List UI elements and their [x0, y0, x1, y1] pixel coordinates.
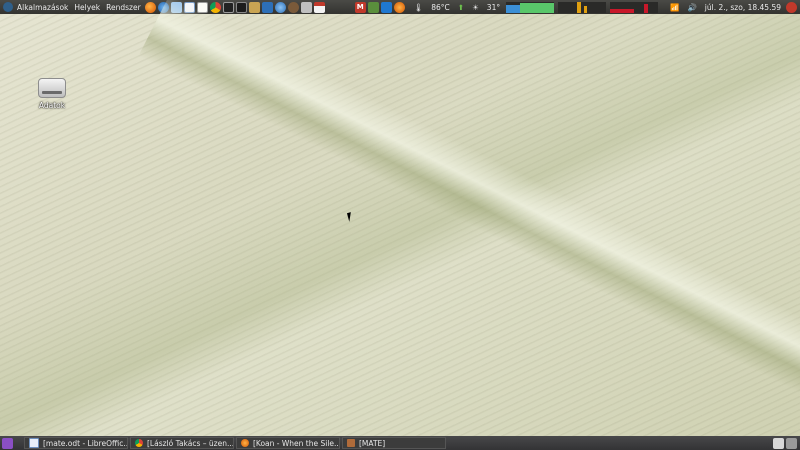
- show-desktop-icon[interactable]: [2, 437, 13, 449]
- dropbox-icon[interactable]: [380, 1, 392, 13]
- power-icon[interactable]: [786, 1, 797, 13]
- menu-system[interactable]: Rendszer: [103, 3, 144, 12]
- taskbar-item-label: [MATE]: [359, 438, 386, 448]
- globe-icon[interactable]: [274, 1, 286, 13]
- virtualbox-icon[interactable]: [261, 1, 273, 13]
- writer-icon: [29, 438, 39, 448]
- menu-applications[interactable]: Alkalmazások: [14, 3, 71, 12]
- gmail-notifier-icon[interactable]: M: [354, 1, 366, 13]
- network-graph: [558, 1, 607, 13]
- volume-icon[interactable]: 🔊: [687, 3, 696, 12]
- wifi-icon[interactable]: 📶: [670, 3, 679, 12]
- taskbar-item-label: [László Takács – üzen...: [147, 438, 234, 448]
- taskbar-item-label: [Koan - When the Sile...: [253, 438, 340, 448]
- folder-icon: [347, 439, 355, 447]
- firefox-tray-icon[interactable]: [393, 1, 405, 13]
- chrome-icon[interactable]: [209, 1, 221, 13]
- desktop: [0, 0, 800, 450]
- desktop-icon-drive[interactable]: Adatok: [34, 78, 70, 110]
- cpu-temperature: 86°C: [431, 2, 450, 12]
- firefox-icon: [241, 439, 249, 447]
- taskbar-item-label: [mate.odt - LibreOffic...: [43, 438, 128, 448]
- chrome-icon: [135, 439, 143, 447]
- top-panel: Alkalmazások Helyek Rendszer M 🌡 86°C ⬆ …: [0, 0, 800, 14]
- thermometer-icon: 🌡: [413, 2, 424, 12]
- taskbar-item-firefox[interactable]: [Koan - When the Sile...: [236, 437, 340, 449]
- leaf-icon[interactable]: [367, 1, 379, 13]
- taskbar-item-writer[interactable]: [mate.odt - LibreOffic...: [24, 437, 128, 449]
- clock[interactable]: júl. 2., szo, 18.45.59: [705, 3, 781, 12]
- menu-places[interactable]: Helyek: [71, 3, 103, 12]
- weather-sun-icon[interactable]: ☀: [472, 3, 479, 12]
- cpu-graph: [506, 1, 555, 13]
- mate-logo-icon[interactable]: [3, 2, 13, 12]
- settings-icon[interactable]: [287, 1, 299, 13]
- trash-icon[interactable]: [786, 437, 797, 449]
- desktop-icon-label: Adatok: [38, 101, 66, 110]
- wallpaper-ridge: [138, 0, 800, 450]
- taskbar-item-chrome[interactable]: [László Takács – üzen...: [130, 437, 234, 449]
- taskbar-item-folder[interactable]: [MATE]: [342, 437, 446, 449]
- workspace-switcher[interactable]: [773, 437, 784, 449]
- box-icon[interactable]: [248, 1, 260, 13]
- terminal-2-icon[interactable]: [235, 1, 247, 13]
- bottom-panel: [mate.odt - LibreOffic... [László Takács…: [0, 436, 800, 450]
- hard-drive-icon: [38, 78, 66, 98]
- memory-graph: [610, 1, 659, 13]
- terminal-icon[interactable]: [222, 1, 234, 13]
- firefox-icon[interactable]: [144, 1, 156, 13]
- calendar-icon[interactable]: [313, 1, 325, 13]
- weather-temperature[interactable]: 31°: [487, 3, 500, 12]
- camera-icon[interactable]: [300, 1, 312, 13]
- update-arrow-icon[interactable]: ⬆: [458, 3, 464, 12]
